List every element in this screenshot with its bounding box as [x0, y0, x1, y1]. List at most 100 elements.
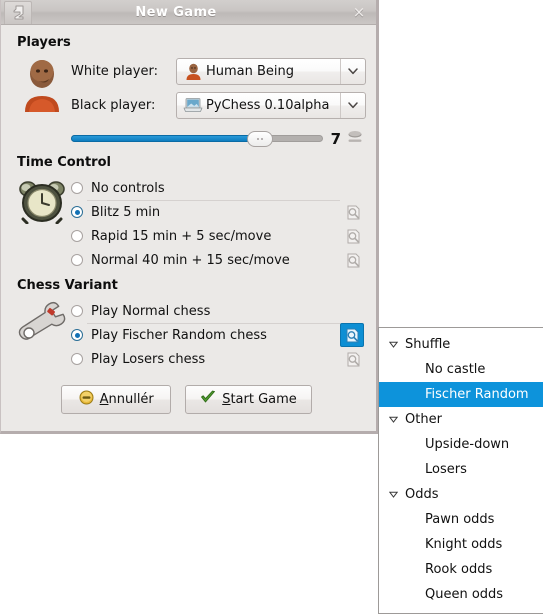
chess-variant-option-row[interactable]: Play Fischer Random chess [71, 323, 364, 347]
time-control-options: No controls Blitz 5 min Rapid 15 min + 5… [71, 176, 364, 272]
menu-group-label: Shuffle [405, 337, 451, 352]
dialog-action-buttons: Annullér Start Game [13, 385, 364, 414]
radio-normal[interactable] [71, 254, 83, 266]
variant-dropdown-menu: Shuffle No castle Fischer Random Other U… [378, 327, 543, 614]
cancel-button-label: Annullér [100, 392, 154, 407]
triangle-down-icon[interactable] [386, 491, 400, 498]
cancel-glyph [79, 390, 94, 405]
wrench-glyph [18, 301, 66, 340]
handle-grip-dot [257, 137, 260, 140]
avatar-small-glyph [186, 63, 200, 80]
option-separator [87, 200, 340, 201]
menu-item-knight-odds[interactable]: Knight odds [379, 532, 543, 557]
start-game-button[interactable]: Start Game [185, 385, 312, 414]
slider-handle[interactable] [247, 130, 274, 147]
menu-group-label: Odds [405, 487, 439, 502]
inspect-placeholder [342, 300, 364, 322]
variant-menu-list: Shuffle No castle Fischer Random Other U… [379, 328, 543, 607]
avatar-glyph [25, 60, 59, 112]
inspect-glyph [347, 352, 359, 366]
time-control-option-label: Blitz 5 min [91, 204, 161, 220]
dialog-body: Players White player: Human Being Black … [1, 25, 376, 414]
menu-item-pawn-odds[interactable]: Pawn odds [379, 507, 543, 532]
chevron-glyph [348, 67, 358, 74]
inspect-icon-active[interactable] [340, 323, 364, 347]
inspect-placeholder [342, 177, 364, 199]
chess-variant-option-row[interactable]: Play Losers chess [71, 347, 364, 371]
engine-strength-row: 7 [71, 128, 364, 149]
window-title: New Game [135, 4, 217, 20]
menu-item-queen-odds[interactable]: Queen odds [379, 582, 543, 607]
inspect-icon[interactable] [342, 225, 364, 247]
radio-normal-chess[interactable] [71, 305, 83, 317]
strength-glyph [348, 131, 362, 142]
wrench-icon [13, 299, 71, 345]
black-player-label: Black player: [71, 97, 156, 113]
chevron-down-icon[interactable] [340, 58, 365, 84]
chess-variant-option-row[interactable]: Play Normal chess [71, 299, 364, 323]
white-player-label: White player: [71, 63, 158, 79]
menu-item-rook-odds[interactable]: Rook odds [379, 557, 543, 582]
cancel-rest: nnullér [108, 392, 154, 407]
human-avatar-icon [180, 63, 206, 80]
time-control-option-row[interactable]: Blitz 5 min [71, 200, 364, 224]
chess-variant-section: Chess Variant Play Normal chess Play Fis… [13, 278, 364, 371]
inspect-icon[interactable] [342, 348, 364, 370]
players-section-title: Players [17, 35, 71, 50]
window-titlebar: New Game × [1, 0, 376, 25]
human-avatar-icon [13, 56, 71, 112]
time-control-section: Time Control No controls Blitz 5 min Rap… [13, 155, 364, 272]
chess-variant-option-label: Play Fischer Random chess [91, 327, 267, 343]
chess-variant-option-label: Play Normal chess [91, 303, 211, 319]
option-separator [87, 323, 340, 324]
chess-variant-section-title: Chess Variant [17, 278, 118, 293]
inspect-icon[interactable] [342, 201, 364, 223]
inspect-glyph [346, 328, 358, 342]
menu-item-fischer-random[interactable]: Fischer Random [379, 382, 543, 407]
laptop-glyph [183, 98, 203, 112]
cancel-button[interactable]: Annullér [61, 385, 172, 414]
time-control-option-row[interactable]: Rapid 15 min + 5 sec/move [71, 224, 364, 248]
menu-group-odds[interactable]: Odds [379, 482, 543, 507]
chess-variant-option-label: Play Losers chess [91, 351, 206, 367]
menu-item-upside-down[interactable]: Upside-down [379, 432, 543, 457]
inspect-glyph [347, 229, 359, 243]
triangle-down-icon[interactable] [386, 341, 400, 348]
handle-grip-dot [261, 137, 264, 140]
engine-strength-icon [346, 128, 364, 149]
chevron-down-icon[interactable] [340, 92, 365, 118]
triangle-down-icon[interactable] [386, 416, 400, 423]
radio-losers-chess[interactable] [71, 353, 83, 365]
menu-group-other[interactable]: Other [379, 407, 543, 432]
computer-laptop-icon [180, 97, 206, 113]
triangle-glyph [388, 341, 398, 348]
check-icon [200, 390, 216, 409]
white-player-value: Human Being [206, 63, 295, 79]
radio-fischer-random-chess[interactable] [71, 329, 83, 341]
start-game-button-label: Start Game [222, 392, 297, 407]
engine-strength-slider[interactable] [71, 130, 323, 148]
black-player-row: Black player: PyChess 0.10alpha [71, 90, 366, 120]
slider-fill [71, 135, 268, 142]
triangle-glyph [388, 491, 398, 498]
black-player-value: PyChess 0.10alpha [206, 97, 330, 113]
inspect-icon[interactable] [342, 249, 364, 271]
time-control-option-row[interactable]: No controls [71, 176, 364, 200]
alarm-clock-icon [13, 176, 71, 224]
menu-item-no-castle[interactable]: No castle [379, 357, 543, 382]
cancel-icon [79, 390, 94, 409]
close-icon[interactable]: × [346, 1, 372, 23]
players-section: Players White player: Human Being Black … [13, 35, 366, 149]
radio-rapid[interactable] [71, 230, 83, 242]
time-control-option-label: Normal 40 min + 15 sec/move [91, 252, 290, 268]
menu-item-losers[interactable]: Losers [379, 457, 543, 482]
white-player-combo[interactable]: Human Being [176, 57, 366, 85]
time-control-option-row[interactable]: Normal 40 min + 15 sec/move [71, 248, 364, 272]
menu-group-shuffle[interactable]: Shuffle [379, 332, 543, 357]
radio-no-controls[interactable] [71, 182, 83, 194]
time-control-option-label: Rapid 15 min + 5 sec/move [91, 228, 272, 244]
black-player-combo[interactable]: PyChess 0.10alpha [176, 91, 366, 119]
radio-blitz[interactable] [71, 206, 83, 218]
triangle-glyph [388, 416, 398, 423]
menu-group-label: Other [405, 412, 442, 427]
